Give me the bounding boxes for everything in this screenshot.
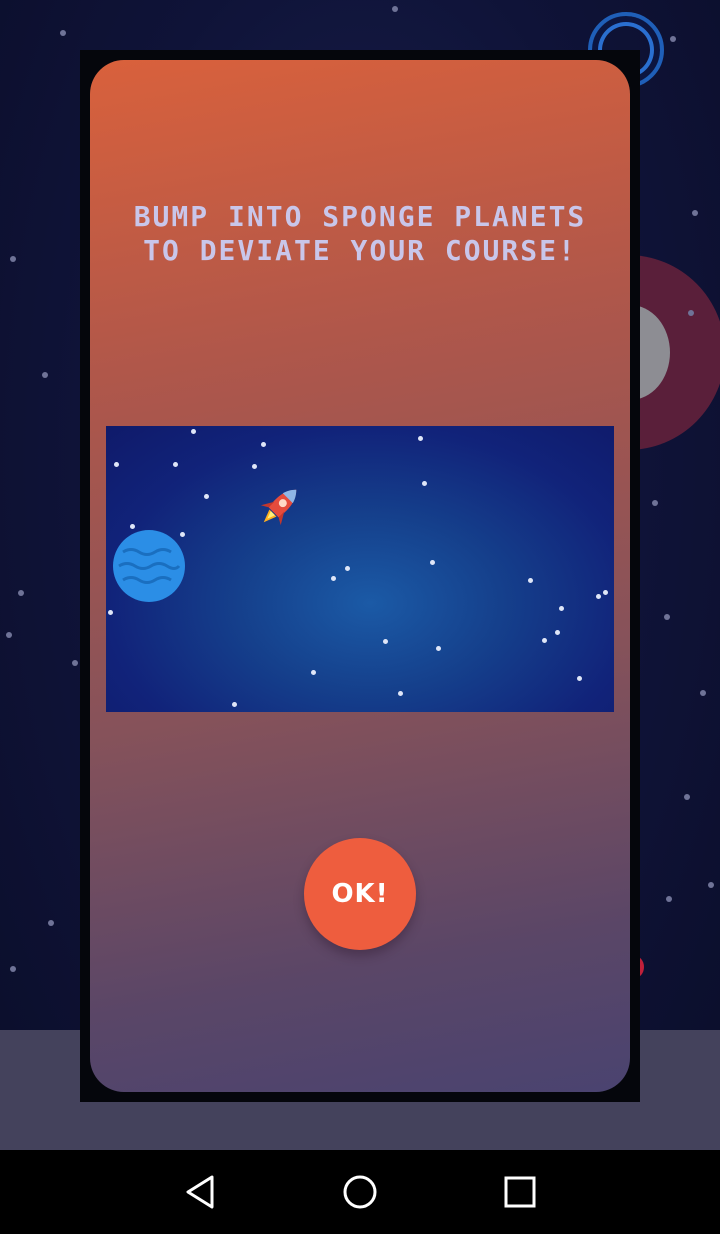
star-icon [311, 670, 316, 675]
back-button[interactable] [176, 1168, 224, 1216]
home-icon [343, 1175, 377, 1209]
star-icon [72, 660, 78, 666]
star-icon [542, 638, 547, 643]
ok-button-label: OK! [331, 879, 389, 909]
star-icon [603, 590, 608, 595]
star-icon [232, 702, 237, 707]
star-icon [42, 372, 48, 378]
star-icon [6, 632, 12, 638]
recents-icon [504, 1176, 536, 1208]
star-icon [345, 566, 350, 571]
star-icon [666, 896, 672, 902]
sponge-planet-icon [113, 530, 185, 602]
star-icon [191, 429, 196, 434]
star-icon [688, 310, 694, 316]
star-icon [436, 646, 441, 651]
dialog-title: BUMP INTO SPONGE PLANETS TO DEVIATE YOUR… [133, 200, 587, 267]
star-icon [60, 30, 66, 36]
star-icon [418, 436, 423, 441]
star-icon [670, 36, 676, 42]
star-icon [173, 462, 178, 467]
star-icon [331, 576, 336, 581]
star-icon [383, 639, 388, 644]
star-icon [114, 462, 119, 467]
star-icon [684, 794, 690, 800]
rocket-icon [256, 481, 304, 535]
star-icon [692, 210, 698, 216]
ok-button[interactable]: OK! [304, 838, 416, 950]
star-icon [261, 442, 266, 447]
star-icon [596, 594, 601, 599]
system-nav-bar [0, 1150, 720, 1234]
star-icon [652, 500, 658, 506]
back-icon [186, 1175, 214, 1209]
star-icon [555, 630, 560, 635]
tutorial-dialog: BUMP INTO SPONGE PLANETS TO DEVIATE YOUR… [90, 60, 630, 1092]
star-icon [422, 481, 427, 486]
home-button[interactable] [336, 1168, 384, 1216]
star-icon [430, 560, 435, 565]
screen: BUMP INTO SPONGE PLANETS TO DEVIATE YOUR… [0, 0, 720, 1234]
star-icon [130, 524, 135, 529]
star-icon [204, 494, 209, 499]
star-icon [10, 256, 16, 262]
recents-button[interactable] [496, 1168, 544, 1216]
star-icon [108, 610, 113, 615]
star-icon [700, 690, 706, 696]
star-icon [18, 590, 24, 596]
star-icon [398, 691, 403, 696]
star-icon [528, 578, 533, 583]
star-icon [664, 614, 670, 620]
star-icon [559, 606, 564, 611]
tutorial-preview [106, 426, 614, 712]
star-icon [708, 882, 714, 888]
star-icon [577, 676, 582, 681]
star-icon [392, 6, 398, 12]
star-icon [10, 966, 16, 972]
star-icon [252, 464, 257, 469]
star-icon [48, 920, 54, 926]
